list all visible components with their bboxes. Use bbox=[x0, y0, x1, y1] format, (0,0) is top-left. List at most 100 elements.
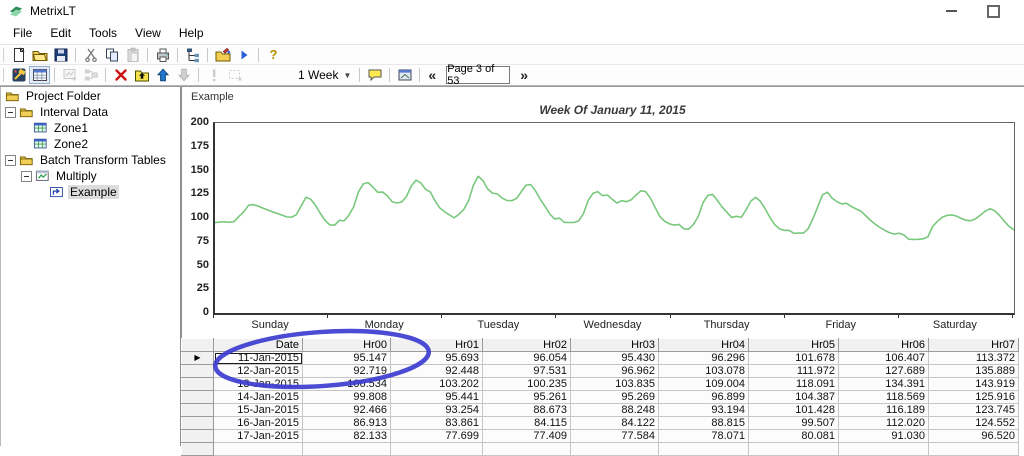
value-cell[interactable]: 112.020 bbox=[839, 417, 929, 430]
row-selector-cell[interactable] bbox=[182, 430, 214, 443]
value-cell[interactable]: 135.889 bbox=[929, 365, 1019, 378]
tree-item-example[interactable]: Example bbox=[1, 184, 180, 200]
column-header-hr02[interactable]: Hr02 bbox=[483, 339, 571, 352]
folder-up-icon[interactable] bbox=[131, 66, 152, 84]
row-selector-cell[interactable] bbox=[182, 417, 214, 430]
menu-view[interactable]: View bbox=[126, 24, 170, 42]
row-selector-cell[interactable] bbox=[182, 443, 214, 456]
open-folder-icon[interactable] bbox=[29, 46, 50, 64]
tree-expander-icon[interactable] bbox=[5, 155, 16, 166]
value-cell[interactable] bbox=[749, 443, 839, 456]
value-cell[interactable]: 118.091 bbox=[749, 378, 839, 391]
value-cell[interactable]: 77.584 bbox=[571, 430, 659, 443]
value-cell[interactable] bbox=[391, 443, 483, 456]
value-cell[interactable]: 96.296 bbox=[659, 352, 749, 365]
tree-expander-icon[interactable] bbox=[21, 171, 32, 182]
value-cell[interactable] bbox=[303, 443, 391, 456]
value-cell[interactable]: 116.189 bbox=[839, 404, 929, 417]
report-icon[interactable] bbox=[394, 66, 415, 84]
value-cell[interactable]: 95.441 bbox=[391, 391, 483, 404]
delete-icon[interactable] bbox=[110, 66, 131, 84]
value-cell[interactable] bbox=[483, 443, 571, 456]
value-cell[interactable]: 88.815 bbox=[659, 417, 749, 430]
move-up-icon[interactable] bbox=[152, 66, 173, 84]
value-cell[interactable]: 96.962 bbox=[571, 365, 659, 378]
value-cell[interactable]: 118.569 bbox=[839, 391, 929, 404]
value-cell[interactable]: 103.202 bbox=[391, 378, 483, 391]
value-cell[interactable]: 82.133 bbox=[303, 430, 391, 443]
value-cell[interactable]: 125.916 bbox=[929, 391, 1019, 404]
save-icon[interactable] bbox=[50, 46, 71, 64]
cut-icon[interactable] bbox=[80, 46, 101, 64]
value-cell[interactable] bbox=[929, 443, 1019, 456]
tree-expander-icon[interactable] bbox=[5, 107, 16, 118]
value-cell[interactable]: 100.235 bbox=[483, 378, 571, 391]
prev-page-button[interactable]: « bbox=[424, 67, 440, 83]
value-cell[interactable]: 95.693 bbox=[391, 352, 483, 365]
value-cell[interactable]: 124.552 bbox=[929, 417, 1019, 430]
column-header-hr03[interactable]: Hr03 bbox=[571, 339, 659, 352]
maximize-icon[interactable] bbox=[976, 0, 1010, 22]
menu-tools[interactable]: Tools bbox=[80, 24, 126, 42]
comment-bubble-icon[interactable] bbox=[364, 66, 385, 84]
row-selector-cell[interactable]: ▶ bbox=[182, 352, 214, 365]
value-cell[interactable]: 92.466 bbox=[303, 404, 391, 417]
value-cell[interactable]: 104.387 bbox=[749, 391, 839, 404]
value-cell[interactable] bbox=[839, 443, 929, 456]
value-cell[interactable]: 88.248 bbox=[571, 404, 659, 417]
value-cell[interactable]: 93.254 bbox=[391, 404, 483, 417]
value-cell[interactable]: 88.673 bbox=[483, 404, 571, 417]
tree-item-project-folder[interactable]: Project Folder bbox=[1, 88, 180, 104]
tree-item-zone1[interactable]: Zone1 bbox=[1, 120, 180, 136]
value-cell[interactable] bbox=[571, 443, 659, 456]
value-cell[interactable]: 91.030 bbox=[839, 430, 929, 443]
value-cell[interactable]: 109.004 bbox=[659, 378, 749, 391]
date-cell[interactable]: 16-Jan-2015 bbox=[214, 417, 303, 430]
value-cell[interactable]: 95.269 bbox=[571, 391, 659, 404]
tree-item-interval-data[interactable]: Interval Data bbox=[1, 104, 180, 120]
tree-item-batch-transform-tables[interactable]: Batch Transform Tables bbox=[1, 152, 180, 168]
next-page-button[interactable]: » bbox=[516, 67, 532, 83]
column-header-hr04[interactable]: Hr04 bbox=[659, 339, 749, 352]
value-cell[interactable]: 103.835 bbox=[571, 378, 659, 391]
run-tool-icon[interactable] bbox=[8, 66, 29, 84]
new-document-icon[interactable] bbox=[8, 46, 29, 64]
value-cell[interactable]: 106.534 bbox=[303, 378, 391, 391]
row-selector-cell[interactable] bbox=[182, 378, 214, 391]
value-cell[interactable]: 101.678 bbox=[749, 352, 839, 365]
value-cell[interactable]: 97.531 bbox=[483, 365, 571, 378]
value-cell[interactable]: 95.147 bbox=[303, 352, 391, 365]
hourly-data-grid[interactable]: DateHr00Hr01Hr02Hr03Hr04Hr05Hr06Hr07▶11-… bbox=[181, 338, 1019, 456]
value-cell[interactable]: 95.430 bbox=[571, 352, 659, 365]
column-header-hr07[interactable]: Hr07 bbox=[929, 339, 1019, 352]
value-cell[interactable] bbox=[214, 443, 303, 456]
column-header-hr00[interactable]: Hr00 bbox=[303, 339, 391, 352]
value-cell[interactable]: 95.261 bbox=[483, 391, 571, 404]
print-icon[interactable] bbox=[152, 46, 173, 64]
column-header-hr05[interactable]: Hr05 bbox=[749, 339, 839, 352]
value-cell[interactable]: 113.372 bbox=[929, 352, 1019, 365]
value-cell[interactable]: 143.919 bbox=[929, 378, 1019, 391]
value-cell[interactable]: 84.115 bbox=[483, 417, 571, 430]
play-icon[interactable] bbox=[233, 46, 254, 64]
value-cell[interactable]: 96.520 bbox=[929, 430, 1019, 443]
value-cell[interactable]: 93.194 bbox=[659, 404, 749, 417]
page-indicator[interactable]: Page 3 of 53 bbox=[446, 66, 510, 84]
tree-item-zone2[interactable]: Zone2 bbox=[1, 136, 180, 152]
value-cell[interactable]: 78.071 bbox=[659, 430, 749, 443]
week-interval-select[interactable]: 1 Week ▼ bbox=[294, 67, 355, 83]
value-cell[interactable]: 77.409 bbox=[483, 430, 571, 443]
value-cell[interactable] bbox=[659, 443, 749, 456]
value-cell[interactable]: 86.913 bbox=[303, 417, 391, 430]
date-cell[interactable]: 15-Jan-2015 bbox=[214, 404, 303, 417]
column-header-hr01[interactable]: Hr01 bbox=[391, 339, 483, 352]
row-selector-cell[interactable] bbox=[182, 391, 214, 404]
value-cell[interactable]: 96.054 bbox=[483, 352, 571, 365]
value-cell[interactable]: 80.081 bbox=[749, 430, 839, 443]
tree-item-multiply[interactable]: Multiply bbox=[1, 168, 180, 184]
value-cell[interactable]: 77.699 bbox=[391, 430, 483, 443]
date-cell[interactable]: 12-Jan-2015 bbox=[214, 365, 303, 378]
column-header-hr06[interactable]: Hr06 bbox=[839, 339, 929, 352]
date-cell[interactable]: 17-Jan-2015 bbox=[214, 430, 303, 443]
value-cell[interactable]: 101.428 bbox=[749, 404, 839, 417]
